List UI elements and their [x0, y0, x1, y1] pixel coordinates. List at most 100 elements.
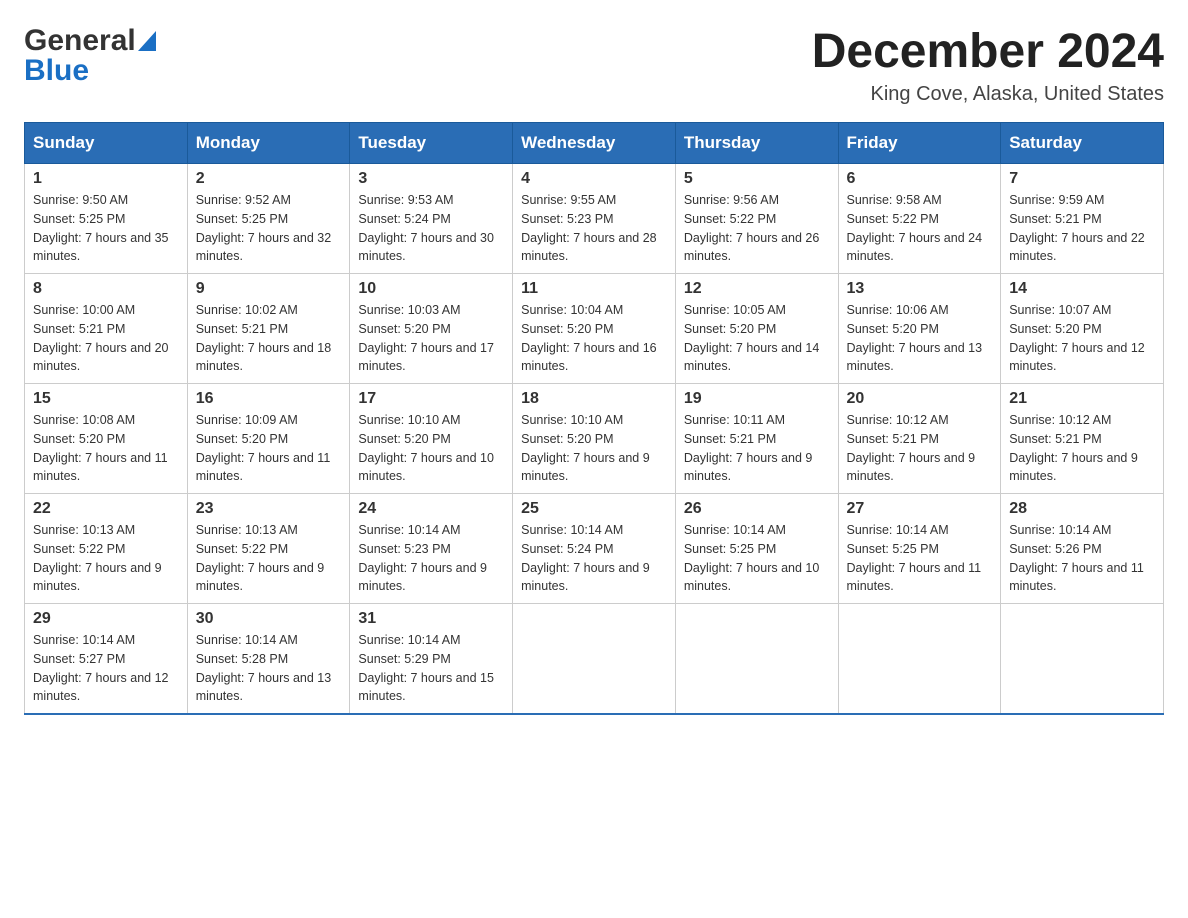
header-cell-monday: Monday: [187, 123, 350, 164]
calendar-cell: 29 Sunrise: 10:14 AMSunset: 5:27 PMDayli…: [25, 604, 188, 714]
day-number: 2: [196, 170, 342, 188]
day-info: Sunrise: 10:06 AMSunset: 5:20 PMDaylight…: [847, 303, 983, 373]
calendar-week-5: 29 Sunrise: 10:14 AMSunset: 5:27 PMDayli…: [25, 604, 1164, 714]
calendar-week-2: 8 Sunrise: 10:00 AMSunset: 5:21 PMDaylig…: [25, 274, 1164, 384]
calendar-title: December 2024: [812, 24, 1164, 79]
day-number: 8: [33, 280, 179, 298]
calendar-subtitle: King Cove, Alaska, United States: [812, 83, 1164, 106]
day-info: Sunrise: 10:12 AMSunset: 5:21 PMDaylight…: [1009, 413, 1138, 483]
day-info: Sunrise: 9:58 AMSunset: 5:22 PMDaylight:…: [847, 193, 983, 263]
calendar-cell: 18 Sunrise: 10:10 AMSunset: 5:20 PMDayli…: [513, 384, 676, 494]
day-info: Sunrise: 10:09 AMSunset: 5:20 PMDaylight…: [196, 413, 331, 483]
day-number: 15: [33, 390, 179, 408]
day-number: 25: [521, 500, 667, 518]
calendar-cell: [1001, 604, 1164, 714]
calendar-cell: 6 Sunrise: 9:58 AMSunset: 5:22 PMDayligh…: [838, 164, 1001, 274]
day-number: 17: [358, 390, 504, 408]
day-number: 18: [521, 390, 667, 408]
calendar-body: 1 Sunrise: 9:50 AMSunset: 5:25 PMDayligh…: [25, 164, 1164, 714]
calendar-cell: 24 Sunrise: 10:14 AMSunset: 5:23 PMDayli…: [350, 494, 513, 604]
day-info: Sunrise: 9:59 AMSunset: 5:21 PMDaylight:…: [1009, 193, 1145, 263]
calendar-table: SundayMondayTuesdayWednesdayThursdayFrid…: [24, 122, 1164, 715]
day-info: Sunrise: 10:14 AMSunset: 5:23 PMDaylight…: [358, 523, 487, 593]
day-info: Sunrise: 10:14 AMSunset: 5:24 PMDaylight…: [521, 523, 650, 593]
day-info: Sunrise: 10:10 AMSunset: 5:20 PMDaylight…: [521, 413, 650, 483]
day-number: 13: [847, 280, 993, 298]
calendar-header: SundayMondayTuesdayWednesdayThursdayFrid…: [25, 123, 1164, 164]
calendar-cell: 12 Sunrise: 10:05 AMSunset: 5:20 PMDayli…: [675, 274, 838, 384]
day-number: 20: [847, 390, 993, 408]
page-header: General Blue December 2024 King Cove, Al…: [24, 24, 1164, 106]
day-info: Sunrise: 10:05 AMSunset: 5:20 PMDaylight…: [684, 303, 820, 373]
day-number: 30: [196, 610, 342, 628]
day-number: 26: [684, 500, 830, 518]
header-cell-tuesday: Tuesday: [350, 123, 513, 164]
calendar-cell: 8 Sunrise: 10:00 AMSunset: 5:21 PMDaylig…: [25, 274, 188, 384]
day-number: 12: [684, 280, 830, 298]
day-number: 16: [196, 390, 342, 408]
day-number: 11: [521, 280, 667, 298]
logo: General Blue: [24, 24, 156, 88]
calendar-week-4: 22 Sunrise: 10:13 AMSunset: 5:22 PMDayli…: [25, 494, 1164, 604]
day-number: 9: [196, 280, 342, 298]
day-number: 24: [358, 500, 504, 518]
day-number: 23: [196, 500, 342, 518]
day-number: 3: [358, 170, 504, 188]
day-info: Sunrise: 10:13 AMSunset: 5:22 PMDaylight…: [33, 523, 162, 593]
day-number: 22: [33, 500, 179, 518]
day-number: 28: [1009, 500, 1155, 518]
calendar-cell: [675, 604, 838, 714]
day-info: Sunrise: 10:13 AMSunset: 5:22 PMDaylight…: [196, 523, 325, 593]
calendar-cell: 11 Sunrise: 10:04 AMSunset: 5:20 PMDayli…: [513, 274, 676, 384]
calendar-cell: 25 Sunrise: 10:14 AMSunset: 5:24 PMDayli…: [513, 494, 676, 604]
calendar-cell: 10 Sunrise: 10:03 AMSunset: 5:20 PMDayli…: [350, 274, 513, 384]
day-number: 4: [521, 170, 667, 188]
calendar-week-3: 15 Sunrise: 10:08 AMSunset: 5:20 PMDayli…: [25, 384, 1164, 494]
day-number: 14: [1009, 280, 1155, 298]
day-info: Sunrise: 10:02 AMSunset: 5:21 PMDaylight…: [196, 303, 332, 373]
day-number: 7: [1009, 170, 1155, 188]
calendar-cell: 1 Sunrise: 9:50 AMSunset: 5:25 PMDayligh…: [25, 164, 188, 274]
calendar-cell: 2 Sunrise: 9:52 AMSunset: 5:25 PMDayligh…: [187, 164, 350, 274]
calendar-cell: 27 Sunrise: 10:14 AMSunset: 5:25 PMDayli…: [838, 494, 1001, 604]
day-info: Sunrise: 9:55 AMSunset: 5:23 PMDaylight:…: [521, 193, 657, 263]
calendar-cell: [838, 604, 1001, 714]
header-cell-wednesday: Wednesday: [513, 123, 676, 164]
day-number: 27: [847, 500, 993, 518]
calendar-cell: 5 Sunrise: 9:56 AMSunset: 5:22 PMDayligh…: [675, 164, 838, 274]
day-number: 1: [33, 170, 179, 188]
day-number: 29: [33, 610, 179, 628]
calendar-cell: 16 Sunrise: 10:09 AMSunset: 5:20 PMDayli…: [187, 384, 350, 494]
day-info: Sunrise: 10:08 AMSunset: 5:20 PMDaylight…: [33, 413, 168, 483]
logo-blue-text: Blue: [24, 54, 89, 88]
logo-general-text: General: [24, 24, 136, 58]
header-cell-thursday: Thursday: [675, 123, 838, 164]
header-cell-sunday: Sunday: [25, 123, 188, 164]
day-info: Sunrise: 10:14 AMSunset: 5:25 PMDaylight…: [684, 523, 820, 593]
calendar-cell: 30 Sunrise: 10:14 AMSunset: 5:28 PMDayli…: [187, 604, 350, 714]
day-info: Sunrise: 9:56 AMSunset: 5:22 PMDaylight:…: [684, 193, 820, 263]
calendar-cell: 20 Sunrise: 10:12 AMSunset: 5:21 PMDayli…: [838, 384, 1001, 494]
day-info: Sunrise: 10:14 AMSunset: 5:25 PMDaylight…: [847, 523, 982, 593]
calendar-cell: [513, 604, 676, 714]
calendar-cell: 4 Sunrise: 9:55 AMSunset: 5:23 PMDayligh…: [513, 164, 676, 274]
calendar-cell: 31 Sunrise: 10:14 AMSunset: 5:29 PMDayli…: [350, 604, 513, 714]
calendar-cell: 9 Sunrise: 10:02 AMSunset: 5:21 PMDaylig…: [187, 274, 350, 384]
title-block: December 2024 King Cove, Alaska, United …: [812, 24, 1164, 106]
header-row: SundayMondayTuesdayWednesdayThursdayFrid…: [25, 123, 1164, 164]
day-info: Sunrise: 9:52 AMSunset: 5:25 PMDaylight:…: [196, 193, 332, 263]
calendar-week-1: 1 Sunrise: 9:50 AMSunset: 5:25 PMDayligh…: [25, 164, 1164, 274]
logo-arrow-icon: [138, 31, 156, 51]
day-info: Sunrise: 10:07 AMSunset: 5:20 PMDaylight…: [1009, 303, 1145, 373]
calendar-cell: 23 Sunrise: 10:13 AMSunset: 5:22 PMDayli…: [187, 494, 350, 604]
day-info: Sunrise: 9:53 AMSunset: 5:24 PMDaylight:…: [358, 193, 494, 263]
day-info: Sunrise: 10:14 AMSunset: 5:29 PMDaylight…: [358, 633, 494, 703]
day-number: 31: [358, 610, 504, 628]
calendar-cell: 19 Sunrise: 10:11 AMSunset: 5:21 PMDayli…: [675, 384, 838, 494]
header-cell-friday: Friday: [838, 123, 1001, 164]
calendar-cell: 3 Sunrise: 9:53 AMSunset: 5:24 PMDayligh…: [350, 164, 513, 274]
header-cell-saturday: Saturday: [1001, 123, 1164, 164]
calendar-cell: 15 Sunrise: 10:08 AMSunset: 5:20 PMDayli…: [25, 384, 188, 494]
day-info: Sunrise: 10:04 AMSunset: 5:20 PMDaylight…: [521, 303, 657, 373]
day-info: Sunrise: 10:14 AMSunset: 5:28 PMDaylight…: [196, 633, 332, 703]
